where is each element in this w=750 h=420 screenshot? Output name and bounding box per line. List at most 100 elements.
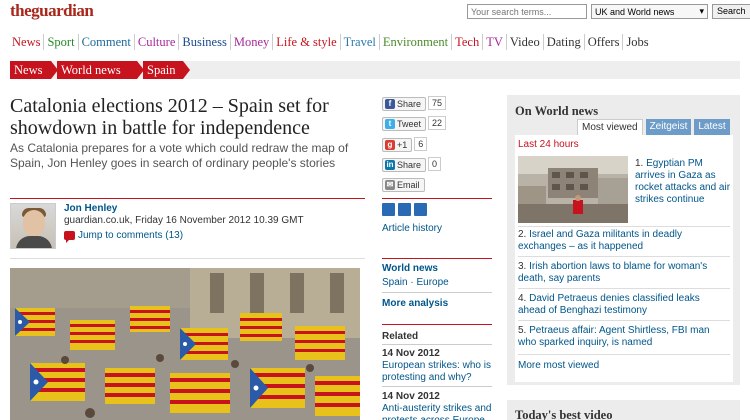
- linkedin-share-label: Share: [397, 160, 422, 170]
- article-tools: [382, 203, 427, 216]
- more-analysis-link[interactable]: More analysis: [382, 298, 448, 309]
- linkedin-share-count: 0: [428, 157, 442, 171]
- divider: [382, 258, 492, 259]
- item-number: 2.: [518, 229, 527, 240]
- article-headline: Catalonia elections 2012 – Spain set for…: [10, 95, 329, 139]
- nav-business[interactable]: Business: [179, 34, 231, 50]
- gplus-icon: g: [385, 140, 395, 150]
- divider: [382, 386, 492, 387]
- edition-select[interactable]: UK and World news ▾: [591, 4, 708, 19]
- nav-jobs[interactable]: Jobs: [623, 34, 651, 50]
- nav-tv[interactable]: TV: [483, 34, 507, 50]
- divider: [518, 256, 730, 257]
- email-button[interactable]: ✉ Email: [382, 178, 425, 192]
- nav-sport[interactable]: Sport: [44, 34, 79, 50]
- best-video-panel: Today's best video: [507, 400, 740, 420]
- search-bar: UK and World news ▾ Search: [467, 4, 750, 19]
- comments-label: Jump to comments (13): [78, 230, 184, 241]
- byline: Jon Henley guardian.co.uk, Friday 16 Nov…: [64, 203, 304, 227]
- nav-dating[interactable]: Dating: [544, 34, 585, 50]
- nav-offers[interactable]: Offers: [585, 34, 624, 50]
- item-title: Egyptian PM arrives in Gaza as rocket at…: [635, 158, 731, 205]
- most-viewed-item[interactable]: 5. Petraeus affair: Agent Shirtless, FBI…: [518, 325, 730, 349]
- clip-icon[interactable]: [414, 203, 427, 216]
- guardian-logo[interactable]: theguardian: [10, 1, 94, 21]
- primary-nav: News Sport Comment Culture Business Mone…: [12, 34, 652, 50]
- facebook-share-button[interactable]: f Share: [382, 97, 427, 111]
- edition-select-value: UK and World news: [595, 6, 675, 17]
- author-avatar[interactable]: [10, 203, 56, 249]
- panel-tabs: Most viewed Zeitgeist Latest: [577, 119, 730, 135]
- nav-comment[interactable]: Comment: [79, 34, 135, 50]
- linkedin-share-button[interactable]: in Share: [382, 158, 427, 172]
- related-link[interactable]: Anti-austerity strikes and protests acro…: [382, 403, 492, 420]
- search-button[interactable]: Search: [712, 4, 750, 19]
- most-viewed-item[interactable]: 2. Israel and Gaza militants in deadly e…: [518, 229, 730, 253]
- item-number: 1.: [635, 158, 644, 169]
- breadcrumb: News World news Spain: [10, 61, 740, 79]
- tab-zeitgeist[interactable]: Zeitgeist: [645, 119, 692, 135]
- logo-the: the: [10, 1, 32, 20]
- nav-video[interactable]: Video: [507, 34, 544, 50]
- divider: [518, 354, 730, 355]
- nav-tech[interactable]: Tech: [452, 34, 484, 50]
- article-history-link[interactable]: Article history: [382, 223, 442, 234]
- divider: [382, 292, 492, 293]
- nav-money[interactable]: Money: [231, 34, 274, 50]
- divider: [518, 288, 730, 289]
- gplus-label: +1: [397, 140, 408, 150]
- divider: [518, 320, 730, 321]
- breadcrumb-spain[interactable]: Spain: [143, 61, 190, 79]
- gplus-count: 6: [414, 137, 428, 151]
- facebook-share-label: Share: [397, 99, 422, 109]
- facebook-share: f Share 75: [382, 96, 452, 111]
- section-link-world-news[interactable]: World news: [382, 263, 438, 274]
- breadcrumb-news[interactable]: News: [10, 61, 58, 79]
- gaza-thumbnail[interactable]: [518, 156, 628, 223]
- nav-environment[interactable]: Environment: [380, 34, 453, 50]
- most-viewed-item[interactable]: 1. Egyptian PM arrives in Gaza as rocket…: [635, 158, 733, 206]
- most-viewed-item[interactable]: 3. Irish abortion laws to blame for woma…: [518, 261, 730, 285]
- nav-culture[interactable]: Culture: [135, 34, 180, 50]
- twitter-icon: t: [385, 119, 395, 129]
- item-title: Israel and Gaza militants in deadly exch…: [518, 229, 682, 252]
- divider: [518, 226, 730, 227]
- twitter-share: t Tweet 22: [382, 116, 452, 131]
- logo-name: guardian: [31, 1, 94, 20]
- search-input[interactable]: [467, 4, 587, 19]
- tweet-button[interactable]: t Tweet: [382, 117, 427, 131]
- tweet-count: 22: [428, 116, 447, 130]
- item-title: Irish abortion laws to blame for woman's…: [518, 261, 708, 284]
- tab-most-viewed[interactable]: Most viewed: [577, 119, 643, 135]
- tag-links[interactable]: Spain · Europe: [382, 277, 449, 288]
- email-share: ✉ Email: [382, 178, 452, 192]
- linkedin-share: in Share 0: [382, 157, 452, 172]
- item-number: 3.: [518, 261, 527, 272]
- more-most-viewed-link[interactable]: More most viewed: [518, 360, 599, 371]
- divider: [10, 258, 365, 259]
- tab-latest[interactable]: Latest: [694, 119, 730, 135]
- nav-travel[interactable]: Travel: [341, 34, 380, 50]
- facebook-share-count: 75: [428, 96, 447, 110]
- gaza-image: [518, 156, 628, 223]
- author-link[interactable]: Jon Henley: [64, 203, 304, 215]
- share-icon[interactable]: [398, 203, 411, 216]
- breadcrumb-world-news[interactable]: World news: [57, 61, 144, 79]
- divider: [382, 324, 492, 325]
- gplus-button[interactable]: g +1: [382, 138, 413, 152]
- most-viewed-item[interactable]: 4. David Petraeus denies classified leak…: [518, 293, 730, 317]
- divider: [382, 198, 492, 199]
- item-title: Petraeus affair: Agent Shirtless, FBI ma…: [518, 325, 710, 348]
- article-standfirst: As Catalonia prepares for a vote which c…: [10, 141, 349, 170]
- panel-heading: On World news: [515, 104, 599, 118]
- jump-to-comments-link[interactable]: Jump to comments (13): [64, 230, 184, 243]
- period-label: Last 24 hours: [518, 139, 579, 150]
- nav-news[interactable]: News: [12, 34, 45, 50]
- print-icon[interactable]: [382, 203, 395, 216]
- nav-life-style[interactable]: Life & style: [273, 34, 341, 50]
- related-link[interactable]: European strikes: who is protesting and …: [382, 360, 492, 384]
- article-meta: guardian.co.uk, Friday 16 November 2012 …: [64, 215, 304, 226]
- facebook-icon: f: [385, 99, 395, 109]
- gplus-share: g +1 6: [382, 137, 452, 152]
- email-icon: ✉: [385, 180, 395, 190]
